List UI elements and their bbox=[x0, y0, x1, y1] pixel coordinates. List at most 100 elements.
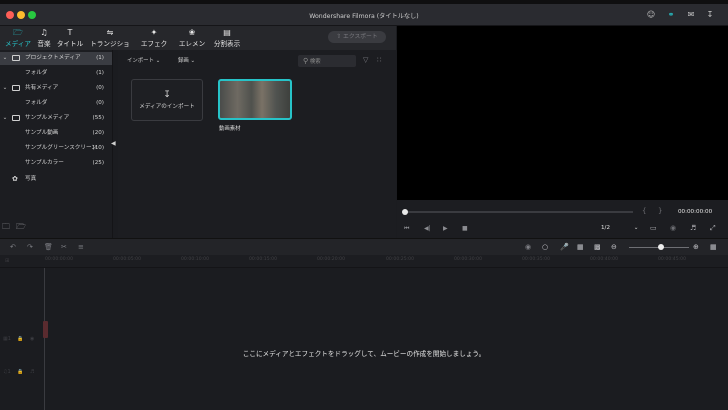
expand-arrow-icon[interactable]: ⌄ bbox=[2, 112, 8, 125]
sidebar-item-shared-media[interactable]: ⌄ 共有メディア (0) bbox=[0, 82, 112, 95]
ruler-tick: 00:00:20:00 bbox=[317, 257, 346, 262]
photo-icon: ✿ bbox=[12, 175, 18, 183]
undo-icon[interactable]: ↶ bbox=[10, 243, 16, 251]
video-track-icon[interactable]: ▦1 bbox=[3, 336, 11, 342]
add-track-icon[interactable]: ⊞ bbox=[5, 258, 9, 264]
snapshot-icon[interactable]: ▩ bbox=[594, 243, 601, 251]
display-icon[interactable]: ▭ bbox=[650, 224, 657, 232]
preview-player bbox=[397, 26, 728, 200]
adjust-icon[interactable]: ≡ bbox=[78, 243, 84, 251]
music-icon: ♫ bbox=[40, 28, 48, 37]
export-button[interactable]: ⇧ エクスポート bbox=[328, 31, 386, 43]
cut-icon[interactable]: ✂ bbox=[61, 243, 67, 251]
timeline-empty-hint: ここにメディアとエフェクトをドラッグして、ムービーの作成を開始しましょう。 bbox=[242, 350, 486, 358]
transition-icon: ⇋ bbox=[106, 28, 114, 37]
tab-media[interactable]: 🗁 メディア bbox=[5, 28, 31, 48]
playhead-line[interactable] bbox=[44, 268, 45, 410]
folder-icon[interactable]: 🗁 bbox=[16, 221, 26, 235]
sidebar-item-project-media[interactable]: ⌄ プロジェクトメディア (1) bbox=[0, 52, 112, 65]
account-icon[interactable]: ☺ bbox=[646, 10, 656, 20]
grid-view-icon[interactable]: ∷ bbox=[377, 56, 381, 64]
play-icon[interactable]: ▶ bbox=[443, 225, 448, 232]
effect-icon: ✦ bbox=[150, 28, 158, 37]
export-icon: ⇧ bbox=[336, 34, 342, 40]
sidebar-item-sample-color[interactable]: サンプルカラー (25) bbox=[0, 157, 112, 170]
search-icon: ⚲ bbox=[303, 57, 309, 65]
record-dropdown[interactable]: 録画 ⌄ bbox=[178, 56, 195, 66]
element-icon: ❀ bbox=[188, 28, 196, 37]
previous-frame-icon[interactable]: ⏮ bbox=[404, 225, 409, 233]
sidebar-item-project-folder[interactable]: フォルダ (1) bbox=[0, 67, 112, 80]
expand-arrow-icon[interactable]: ⌄ bbox=[2, 52, 8, 65]
timeline-tracks[interactable]: ▦1 🔒 ◉ ♫1 🔒 ♬ bbox=[0, 268, 728, 410]
voiceover-icon[interactable]: 🎤 bbox=[560, 243, 569, 251]
import-media-tile[interactable]: ↧ メディアのインポート bbox=[131, 79, 203, 121]
step-back-icon[interactable]: ◀​| bbox=[424, 225, 431, 232]
ruler-tick: 00:00:40:00 bbox=[590, 257, 619, 262]
title-icon: T bbox=[67, 28, 73, 37]
folder-icon bbox=[12, 55, 20, 61]
tab-music[interactable]: ♫ 音楽 bbox=[35, 28, 53, 48]
tab-titles[interactable]: T タイトル bbox=[56, 28, 84, 48]
sidebar-item-sample-green-screen[interactable]: サンプルグリーンスクリーン (10) bbox=[0, 142, 112, 155]
marker-icon[interactable]: ○ bbox=[542, 243, 548, 251]
media-clip-thumbnail[interactable] bbox=[218, 79, 292, 120]
ruler-tick: 00:00:00:00 bbox=[45, 257, 74, 262]
snapshot-icon[interactable]: ◉ bbox=[670, 224, 676, 232]
tab-split-screen[interactable]: ▤ 分割表示 bbox=[213, 28, 241, 48]
title-bar: Wondershare Filmora (タイトルなし) ☺ ⚭ ✉ ↧ bbox=[0, 4, 728, 26]
fullscreen-icon[interactable]: ⤢ bbox=[710, 224, 716, 233]
preview-timecode: 00:00:00:00 bbox=[678, 209, 713, 215]
mark-in-icon[interactable]: { bbox=[642, 207, 646, 215]
mute-icon[interactable]: ♬ bbox=[30, 369, 34, 375]
render-icon[interactable]: ◉ bbox=[525, 243, 531, 251]
player-controls: { } 00:00:00:00 ⏮ ◀​| ▶ ■ 1/2 ⌄ ▭ ◉ ♬ ⤢ bbox=[397, 200, 728, 238]
mixer-icon[interactable]: ▦ bbox=[577, 243, 584, 251]
chevron-down-icon: ⌄ bbox=[155, 58, 161, 64]
support-icon[interactable]: ⚭ bbox=[666, 10, 676, 20]
sidebar-item-photos[interactable]: ✿ 写真 bbox=[0, 173, 112, 186]
ruler-tick: 00:00:25:00 bbox=[386, 257, 415, 262]
mail-icon[interactable]: ✉ bbox=[686, 10, 696, 20]
lock-icon[interactable]: 🔒 bbox=[17, 336, 23, 342]
grid-icon[interactable]: ▦ bbox=[710, 243, 717, 251]
ruler-tick: 00:00:30:00 bbox=[454, 257, 483, 262]
media-sidebar: ⌄ プロジェクトメディア (1) フォルダ (1) ⌄ 共有メディア (0) フ… bbox=[0, 50, 113, 238]
volume-icon[interactable]: ♬ bbox=[690, 224, 696, 232]
download-icon[interactable]: ↧ bbox=[705, 10, 715, 20]
split-screen-icon: ▤ bbox=[223, 28, 231, 37]
collapse-sidebar-icon[interactable]: ◀ bbox=[111, 140, 116, 147]
media-clip-label: 動画素材 bbox=[219, 126, 241, 132]
audio-track-icon[interactable]: ♫1 bbox=[3, 369, 11, 375]
folder-icon: 🗁 bbox=[13, 28, 23, 37]
delete-icon[interactable]: 🗑 bbox=[44, 243, 53, 251]
filter-icon[interactable]: ▽ bbox=[363, 56, 368, 64]
zoom-out-icon[interactable]: ⊖ bbox=[611, 243, 617, 251]
mark-out-icon[interactable]: } bbox=[658, 207, 662, 215]
redo-icon[interactable]: ↷ bbox=[27, 243, 33, 251]
lock-icon[interactable]: 🔒 bbox=[17, 369, 23, 375]
quality-dropdown[interactable]: 1/2 ⌄ bbox=[601, 225, 638, 231]
window-title: Wondershare Filmora (タイトルなし) bbox=[309, 13, 419, 20]
timeline-ruler[interactable]: ⊞ 00:00:00:00 00:00:05:00 00:00:10:00 00… bbox=[0, 255, 728, 268]
sidebar-item-sample-video[interactable]: サンプル動画 (20) bbox=[0, 127, 112, 140]
ruler-tick: 00:00:35:00 bbox=[522, 257, 551, 262]
zoom-in-icon[interactable]: ⊕ bbox=[693, 243, 699, 251]
ruler-tick: 00:00:10:00 bbox=[181, 257, 210, 262]
stop-icon[interactable]: ■ bbox=[462, 225, 468, 232]
expand-arrow-icon[interactable]: ⌄ bbox=[2, 82, 8, 95]
zoom-slider-handle[interactable] bbox=[658, 244, 664, 250]
playhead-handle[interactable] bbox=[402, 209, 408, 215]
playback-progress-bar[interactable] bbox=[403, 211, 633, 213]
search-input[interactable]: ⚲ 検索 bbox=[298, 55, 356, 67]
playhead-marker[interactable] bbox=[43, 321, 48, 338]
timeline-toolbar: ↶ ↷ 🗑 ✂ ≡ ◉ ○ 🎤 ▦ ▩ ⊖ ⊕ ▦ bbox=[0, 238, 728, 256]
sidebar-item-sample-media[interactable]: ⌄ サンプルメディア (55) bbox=[0, 112, 112, 125]
import-dropdown[interactable]: インポート ⌄ bbox=[127, 56, 160, 66]
visibility-icon[interactable]: ◉ bbox=[30, 336, 34, 342]
folder-icon bbox=[12, 115, 20, 121]
chevron-down-icon: ⌄ bbox=[190, 58, 196, 64]
ruler-tick: 00:00:15:00 bbox=[249, 257, 278, 262]
sidebar-item-shared-folder[interactable]: フォルダ (0) bbox=[0, 97, 112, 110]
new-folder-icon[interactable]: 🗀 bbox=[2, 221, 10, 235]
